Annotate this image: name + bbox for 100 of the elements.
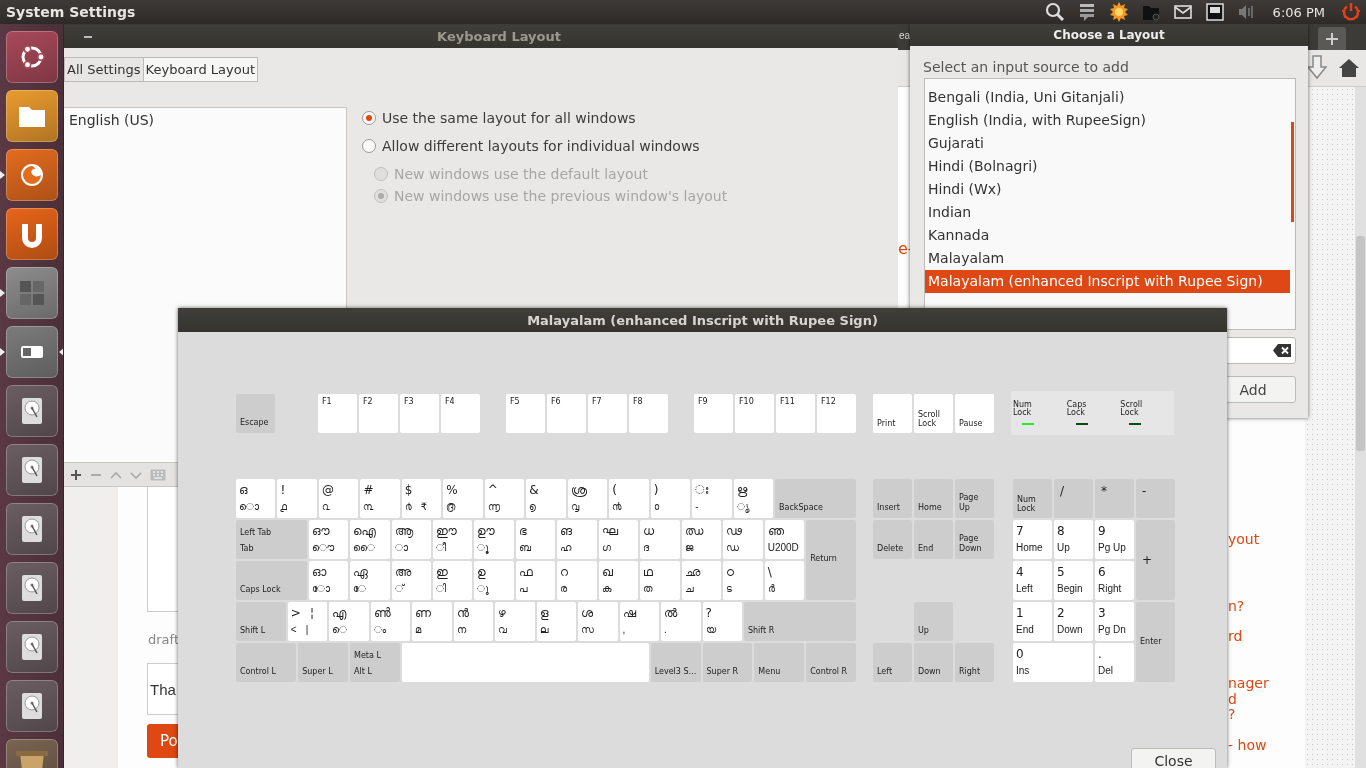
key-legend: ാ	[394, 541, 408, 554]
clear-icon[interactable]	[1273, 344, 1291, 357]
list-item[interactable]: Hindi (Wx)	[925, 178, 1290, 201]
key-legend: ൧	[280, 500, 288, 513]
scrollbar[interactable]	[1355, 87, 1366, 768]
key-legend: Left	[877, 667, 893, 677]
key-legend: Right	[959, 667, 981, 677]
key-legend: ഗ	[601, 541, 611, 554]
sidebar-link[interactable]: - how	[1228, 738, 1267, 753]
launcher-item[interactable]	[5, 444, 58, 496]
option-label: Allow different layouts for individual windows	[382, 138, 700, 154]
launcher-item[interactable]	[5, 208, 58, 260]
key-legend: ൊ	[239, 500, 259, 513]
option-label: Use the same layout for all windows	[382, 110, 636, 126]
launcher-item[interactable]	[6, 326, 58, 378]
key-legend: Ins	[1016, 664, 1030, 677]
key-legend: ി	[435, 582, 446, 595]
list-item[interactable]: Kannada	[925, 224, 1290, 247]
power-icon[interactable]	[1341, 2, 1361, 22]
key-legend: Control L	[240, 667, 276, 677]
key-legend: Right	[1098, 582, 1122, 595]
sun-icon[interactable]	[1108, 2, 1129, 22]
key-legend: Insert	[877, 503, 900, 513]
home-icon[interactable]	[1338, 58, 1360, 78]
key-legend: ള	[539, 607, 549, 620]
launcher-item[interactable]	[5, 90, 58, 142]
launcher-item[interactable]	[5, 385, 58, 437]
key-legend: F1	[322, 397, 332, 407]
clock-text[interactable]: 6:06 PM	[1272, 4, 1325, 20]
launcher-item[interactable]	[5, 621, 58, 673]
key-legend: -	[695, 500, 699, 513]
key-legend: 2	[1057, 607, 1065, 620]
key-legend: ൌ	[311, 541, 334, 554]
list-item[interactable]: Hindi (Bolnagri)	[925, 155, 1290, 178]
sidebar-link[interactable]: rd	[1228, 629, 1243, 644]
key-legend: *	[1101, 484, 1107, 498]
key-legend: ഉ	[477, 566, 487, 579]
key-legend: ൫	[446, 500, 456, 513]
list-item[interactable]: Gujarati	[925, 132, 1290, 155]
download-icon[interactable]	[1306, 54, 1328, 80]
mail-icon[interactable]	[1172, 2, 1193, 22]
radio-button[interactable]	[362, 139, 376, 153]
tab-title[interactable]: ea	[899, 30, 911, 41]
key-legend: .	[664, 623, 667, 636]
key-legend: റ	[560, 566, 569, 579]
sidebar-link[interactable]: ?	[1228, 707, 1236, 722]
radio-button[interactable]	[362, 111, 376, 125]
list-item[interactable]: Bengali (India, Uni Gitanjali)	[925, 86, 1290, 109]
launcher-item[interactable]	[5, 680, 58, 732]
key-legend: Control R	[810, 667, 848, 677]
launcher-item[interactable]	[5, 562, 58, 614]
indicator-label: Num Lock	[1013, 401, 1033, 417]
option-label: New windows use the previous window's layout	[394, 188, 728, 204]
key-legend: ഃ	[695, 484, 709, 497]
key-legend: ോ	[311, 582, 330, 595]
key-legend: ഔ	[311, 525, 330, 538]
close-button[interactable]: Close	[1131, 748, 1216, 768]
key-legend: ൂ	[477, 541, 490, 554]
breadcrumb-button[interactable]: All Settings	[64, 57, 144, 82]
new-tab-button[interactable]	[1318, 27, 1346, 50]
scrollbar-thumb[interactable]	[1356, 236, 1365, 451]
key-legend: $	[404, 484, 413, 497]
launcher-item[interactable]	[5, 31, 58, 83]
prompt-text: Select an input source to add	[923, 59, 1130, 75]
launcher-item[interactable]	[5, 503, 58, 555]
key-legend: ^	[487, 484, 498, 497]
key-legend: ഥ	[643, 566, 654, 579]
key-legend: ട	[726, 582, 733, 595]
key-legend: ഞ	[767, 525, 784, 538]
key-legend: 5	[1057, 566, 1065, 579]
key-legend: Pg Up	[1098, 541, 1126, 554]
key-legend: ം	[373, 623, 386, 636]
key-legend: Alt L	[354, 667, 372, 677]
key-legend: &	[529, 484, 539, 497]
key-legend: ങ	[560, 525, 573, 538]
dialog-title: Choose a Layout	[1053, 28, 1165, 42]
key-legend: Del	[1098, 664, 1113, 677]
key-legend: End	[1016, 623, 1034, 636]
indicator-label: Scroll Lock	[1120, 401, 1144, 417]
key-legend: Begin	[1057, 582, 1083, 595]
key-legend: (	[612, 484, 617, 497]
list-item[interactable]: Indian	[925, 201, 1290, 224]
list-item[interactable]: Malayalam (enhanced Inscript with Rupee Sign)	[925, 270, 1290, 293]
key-legend: ൨	[321, 500, 330, 513]
sidebar-link[interactable]: yout	[1228, 532, 1260, 547]
key-legend: F5	[510, 397, 520, 407]
list-item[interactable]: English (India, with RupeeSign)	[925, 109, 1290, 132]
list-item[interactable]: Malayalam	[925, 247, 1290, 270]
list-item[interactable]: English (US)	[64, 110, 346, 130]
sidebar-link[interactable]: n?	[1228, 599, 1245, 614]
search-icon[interactable]	[1044, 2, 1065, 22]
breadcrumb-button[interactable]: Keyboard Layout	[142, 57, 258, 82]
network-icon[interactable]	[1204, 2, 1225, 22]
sidebar-link[interactable]: d	[1228, 692, 1237, 707]
sidebar-link[interactable]: nager	[1228, 676, 1269, 691]
add-icon[interactable]	[70, 468, 82, 481]
key-legend: Home	[918, 503, 942, 513]
key-legend: 8	[1057, 525, 1065, 538]
key-legend: F2	[363, 397, 373, 407]
launcher-item[interactable]	[6, 149, 58, 201]
